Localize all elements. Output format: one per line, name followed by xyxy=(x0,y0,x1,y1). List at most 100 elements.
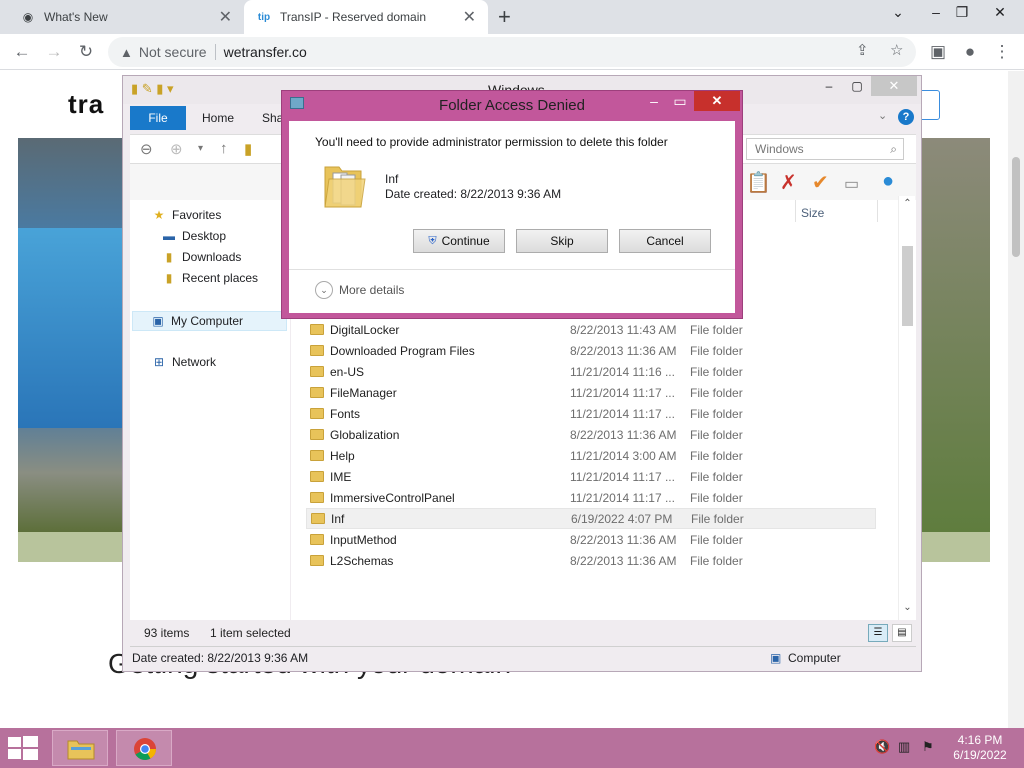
site-logo[interactable]: tra xyxy=(68,89,104,120)
table-row[interactable]: IME 11/21/2014 11:17 ... File folder xyxy=(306,466,876,487)
check-icon[interactable]: ✔ xyxy=(812,170,829,195)
cancel-button[interactable]: Cancel xyxy=(619,229,711,253)
search-icon: ⌕ xyxy=(890,142,897,156)
minimize-icon[interactable]: – xyxy=(644,93,664,109)
more-details-toggle[interactable]: ⌄ More details xyxy=(315,281,404,299)
share-icon[interactable]: ⇪ xyxy=(856,41,869,59)
address-bar[interactable]: ▲ Not secure wetransfer.co ⇪ ☆ xyxy=(108,37,916,67)
table-row[interactable]: ImmersiveControlPanel 11/21/2014 11:17 ..… xyxy=(306,487,876,508)
table-row[interactable]: Downloaded Program Files 8/22/2013 11:36 … xyxy=(306,340,876,361)
table-row[interactable]: L2Schemas 8/22/2013 11:36 AM File folder xyxy=(306,550,876,571)
file-type: File folder xyxy=(691,511,744,526)
tab-whats-new[interactable]: ◉ What's New ✕ xyxy=(8,0,244,34)
folder-icon xyxy=(310,387,324,398)
scroll-thumb[interactable] xyxy=(902,246,913,326)
tab-transip[interactable]: tip TransIP - Reserved domain ✕ xyxy=(244,0,488,34)
help-icon[interactable]: ? xyxy=(898,109,914,125)
close-icon[interactable]: ✕ xyxy=(871,76,917,96)
profile-avatar-icon[interactable]: ● xyxy=(958,40,982,64)
scroll-down-icon[interactable]: ⌄ xyxy=(899,602,916,613)
system-clock[interactable]: 4:16 PM 6/19/2022 xyxy=(948,733,1012,763)
file-date: 8/22/2013 11:43 AM xyxy=(570,322,677,337)
scroll-thumb[interactable] xyxy=(1012,157,1020,257)
computer-icon: ▣ xyxy=(152,314,164,328)
page-scrollbar[interactable] xyxy=(1008,71,1024,728)
quick-access-toolbar-icon[interactable]: ▮ ✎ ▮ ▾ xyxy=(131,81,174,97)
chevron-down-icon: ⌄ xyxy=(315,281,333,299)
nav-downloads[interactable]: ▮ Downloads xyxy=(160,250,242,264)
expand-ribbon-icon[interactable]: ⌄ xyxy=(878,109,887,122)
speaker-muted-icon[interactable]: 🔇 xyxy=(874,739,890,755)
close-window-icon[interactable]: ✕ xyxy=(982,0,1018,28)
warning-icon: ▲ xyxy=(120,44,133,60)
globe-icon[interactable]: ● xyxy=(882,170,894,193)
large-icons-view-icon[interactable]: ▤ xyxy=(892,624,912,642)
details-bar: Date created: 8/22/2013 9:36 AM ▣ Comput… xyxy=(130,646,916,668)
search-input[interactable]: Windows ⌕ xyxy=(746,138,904,160)
more-details-label: More details xyxy=(339,283,405,297)
chrome-icon xyxy=(134,738,156,760)
dialog-titlebar: Folder Access Denied – ▭ ✕ xyxy=(282,91,742,119)
up-icon[interactable]: ↑ xyxy=(220,140,228,157)
action-center-icon[interactable]: ⚑ xyxy=(922,739,934,755)
file-type: File folder xyxy=(690,364,743,379)
taskbar: 🔇 ▥ ⚑ 4:16 PM 6/19/2022 xyxy=(0,728,1024,768)
tab-title: What's New xyxy=(44,10,108,24)
file-date: 8/22/2013 11:36 AM xyxy=(570,553,677,568)
recent-chevron-icon[interactable]: ▾ xyxy=(198,143,203,154)
nav-network[interactable]: ⊞ Network xyxy=(150,355,216,369)
scroll-up-icon[interactable]: ⌃ xyxy=(899,198,916,209)
close-tab-icon[interactable]: ✕ xyxy=(463,7,476,27)
tab-file[interactable]: File xyxy=(130,106,186,130)
table-row[interactable]: Globalization 8/22/2013 11:36 AM File fold… xyxy=(306,424,876,445)
table-row[interactable]: Inf 6/19/2022 4:07 PM File folder xyxy=(306,508,876,529)
nav-recent-places[interactable]: ▮ Recent places xyxy=(160,271,258,285)
bookmark-star-icon[interactable]: ☆ xyxy=(890,41,903,59)
details-view-icon[interactable]: ☰ xyxy=(868,624,888,642)
table-row[interactable]: Help 11/21/2014 3:00 AM File folder xyxy=(306,445,876,466)
reload-icon[interactable]: ↻ xyxy=(74,40,98,64)
skip-button[interactable]: Skip xyxy=(516,229,608,253)
nav-my-computer[interactable]: ▣ My Computer xyxy=(132,311,287,331)
properties-icon[interactable]: ▭ xyxy=(844,174,859,194)
network-icon[interactable]: ▥ xyxy=(898,739,910,755)
close-tab-icon[interactable]: ✕ xyxy=(219,7,232,27)
continue-button[interactable]: ⛨ Continue xyxy=(413,229,505,253)
forward-icon[interactable]: → xyxy=(42,40,66,64)
nav-favorites[interactable]: ★ Favorites xyxy=(150,208,222,222)
forward-icon[interactable]: ⊕ xyxy=(170,140,183,158)
back-icon[interactable]: ⊖ xyxy=(140,140,153,158)
folder-access-denied-dialog: Folder Access Denied – ▭ ✕ You'll need t… xyxy=(281,90,743,319)
taskbar-file-explorer[interactable] xyxy=(52,730,108,766)
file-name: FileManager xyxy=(330,385,397,400)
maximize-icon[interactable]: ▢ xyxy=(843,76,871,96)
file-type: File folder xyxy=(690,469,743,484)
delete-icon[interactable]: ✗ xyxy=(780,170,797,195)
taskbar-chrome[interactable] xyxy=(116,730,172,766)
recent-places-icon: ▮ xyxy=(165,271,173,285)
item-count: 93 items xyxy=(144,626,190,640)
table-row[interactable]: InputMethod 8/22/2013 11:36 AM File folder xyxy=(306,529,876,550)
table-row[interactable]: FileManager 11/21/2014 11:17 ... File fold… xyxy=(306,382,876,403)
maximize-icon[interactable]: ▭ xyxy=(670,93,690,110)
nav-desktop[interactable]: ▬ Desktop xyxy=(160,229,226,243)
back-icon[interactable]: ← xyxy=(10,40,34,64)
minimize-icon[interactable]: – xyxy=(815,76,843,96)
table-row[interactable]: DigitalLocker 8/22/2013 11:43 AM File fold… xyxy=(306,319,876,340)
file-list-scrollbar[interactable]: ⌃ ⌄ xyxy=(898,196,915,620)
paste-icon[interactable]: 📋 xyxy=(746,170,771,195)
table-row[interactable]: en-US 11/21/2014 11:16 ... File folder xyxy=(306,361,876,382)
side-panel-icon[interactable]: ▣ xyxy=(926,40,950,64)
column-size[interactable]: Size xyxy=(801,206,824,220)
tab-home[interactable]: Home xyxy=(190,106,246,130)
new-tab-button[interactable]: + xyxy=(498,4,511,30)
tab-search-chevron-icon[interactable]: ⌄ xyxy=(880,0,916,28)
start-windows-icon[interactable] xyxy=(8,736,38,760)
folder-large-icon xyxy=(324,166,366,208)
restore-icon[interactable]: ❐ xyxy=(944,0,980,28)
close-icon[interactable]: ✕ xyxy=(694,91,740,111)
menu-kebab-icon[interactable]: ⋮ xyxy=(990,40,1014,64)
table-row[interactable]: Fonts 11/21/2014 11:17 ... File folder xyxy=(306,403,876,424)
computer-icon: ▣ xyxy=(770,651,782,665)
hero-grass xyxy=(918,138,990,532)
